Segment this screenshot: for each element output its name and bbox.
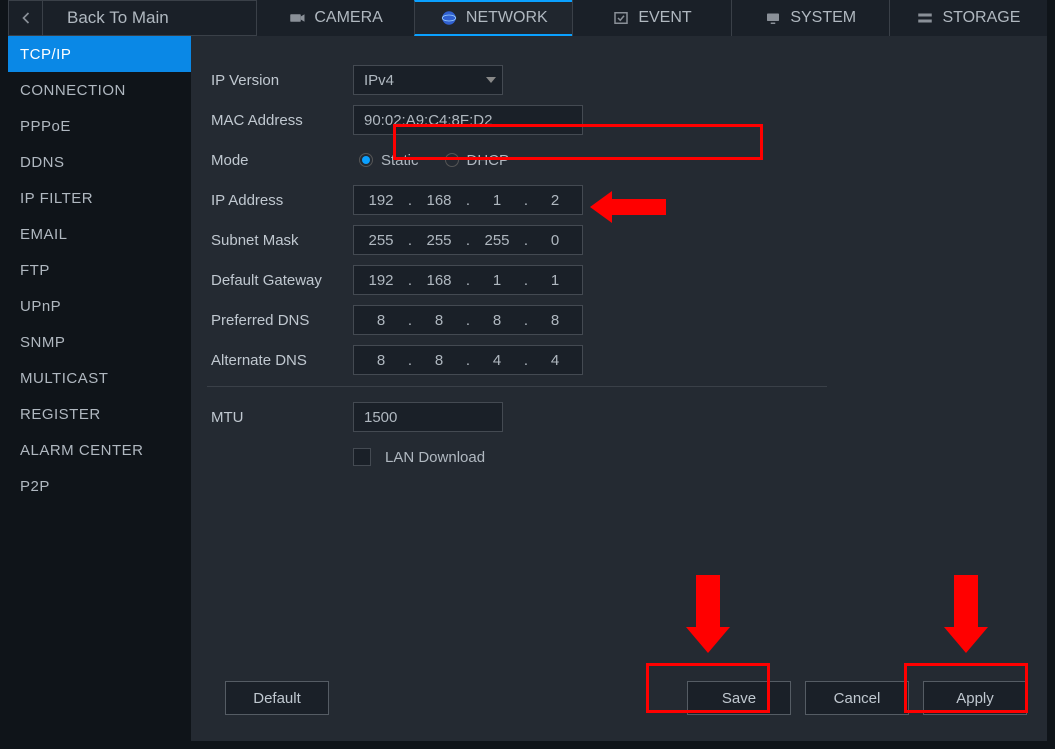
mode-label: Mode <box>207 152 353 169</box>
tab-system[interactable]: SYSTEM <box>731 0 889 36</box>
mtu-label: MTU <box>207 409 353 426</box>
sidebar-item-p2p[interactable]: P2P <box>8 468 191 504</box>
sidebar-item-upnp[interactable]: UPnP <box>8 288 191 324</box>
mode-dhcp-label: DHCP <box>467 152 510 169</box>
sidebar-item-ipfilter[interactable]: IP FILTER <box>8 180 191 216</box>
mode-static-radio[interactable] <box>359 153 373 167</box>
mac-address-field: 90:02:A9:C4:8F:D2 <box>353 105 583 135</box>
gateway-field[interactable]: 192. 168. 1. 1 <box>353 265 583 295</box>
tab-label: NETWORK <box>466 9 548 27</box>
sidebar-item-ddns[interactable]: DDNS <box>8 144 191 180</box>
dns2-field[interactable]: 8. 8. 4. 4 <box>353 345 583 375</box>
ip-address-label: IP Address <box>207 192 353 209</box>
tab-event[interactable]: EVENT <box>572 0 730 36</box>
divider <box>207 386 827 387</box>
dns2-label: Alternate DNS <box>207 352 353 369</box>
mode-static-label: Static <box>381 152 419 169</box>
ip-version-value: IPv4 <box>364 72 394 89</box>
sidebar: TCP/IP CONNECTION PPPoE DDNS IP FILTER E… <box>8 36 191 741</box>
subnet-mask-label: Subnet Mask <box>207 232 353 249</box>
sidebar-item-ftp[interactable]: FTP <box>8 252 191 288</box>
mac-address-label: MAC Address <box>207 112 353 129</box>
event-icon <box>612 9 630 27</box>
main-tabs: CAMERA NETWORK EVENT SYSTEM STORAGE <box>256 0 1047 36</box>
dns1-label: Preferred DNS <box>207 312 353 329</box>
sidebar-item-register[interactable]: REGISTER <box>8 396 191 432</box>
apply-button[interactable]: Apply <box>923 681 1027 715</box>
sidebar-item-email[interactable]: EMAIL <box>8 216 191 252</box>
camera-icon <box>288 9 306 27</box>
subnet-mask-field[interactable]: 255. 255. 255. 0 <box>353 225 583 255</box>
gateway-label: Default Gateway <box>207 272 353 289</box>
sidebar-item-connection[interactable]: CONNECTION <box>8 72 191 108</box>
sidebar-item-tcpip[interactable]: TCP/IP <box>8 36 191 72</box>
back-arrow-icon[interactable] <box>9 0 43 36</box>
tab-camera[interactable]: CAMERA <box>256 0 414 36</box>
sidebar-item-pppoe[interactable]: PPPoE <box>8 108 191 144</box>
mode-radio-group: Static DHCP <box>353 145 527 175</box>
chevron-down-icon <box>486 77 496 83</box>
lan-download-checkbox[interactable] <box>353 448 371 466</box>
sidebar-item-snmp[interactable]: SNMP <box>8 324 191 360</box>
ip-address-field[interactable]: 192. 168. 1. 2 <box>353 185 583 215</box>
tab-label: STORAGE <box>942 9 1020 27</box>
sidebar-item-multicast[interactable]: MULTICAST <box>8 360 191 396</box>
mtu-field[interactable]: 1500 <box>353 402 503 432</box>
tab-label: EVENT <box>638 9 691 27</box>
bottom-buttons: Default Save Cancel Apply <box>211 681 1027 715</box>
dns1-field[interactable]: 8. 8. 8. 8 <box>353 305 583 335</box>
tab-network[interactable]: NETWORK <box>414 0 572 36</box>
save-button[interactable]: Save <box>687 681 791 715</box>
tab-label: CAMERA <box>314 9 382 27</box>
ip-version-label: IP Version <box>207 72 353 89</box>
sidebar-item-alarmcenter[interactable]: ALARM CENTER <box>8 432 191 468</box>
mode-dhcp-radio[interactable] <box>445 153 459 167</box>
tab-label: SYSTEM <box>790 9 856 27</box>
default-button[interactable]: Default <box>225 681 329 715</box>
storage-icon <box>916 9 934 27</box>
system-icon <box>764 9 782 27</box>
content-panel: IP Version IPv4 MAC Address 90:02:A9:C4:… <box>191 36 1047 741</box>
lan-download-label: LAN Download <box>385 449 485 466</box>
cancel-button[interactable]: Cancel <box>805 681 909 715</box>
tab-storage[interactable]: STORAGE <box>889 0 1047 36</box>
globe-icon <box>440 9 458 27</box>
back-to-main-button[interactable]: Back To Main <box>43 8 193 28</box>
ip-version-select[interactable]: IPv4 <box>353 65 503 95</box>
